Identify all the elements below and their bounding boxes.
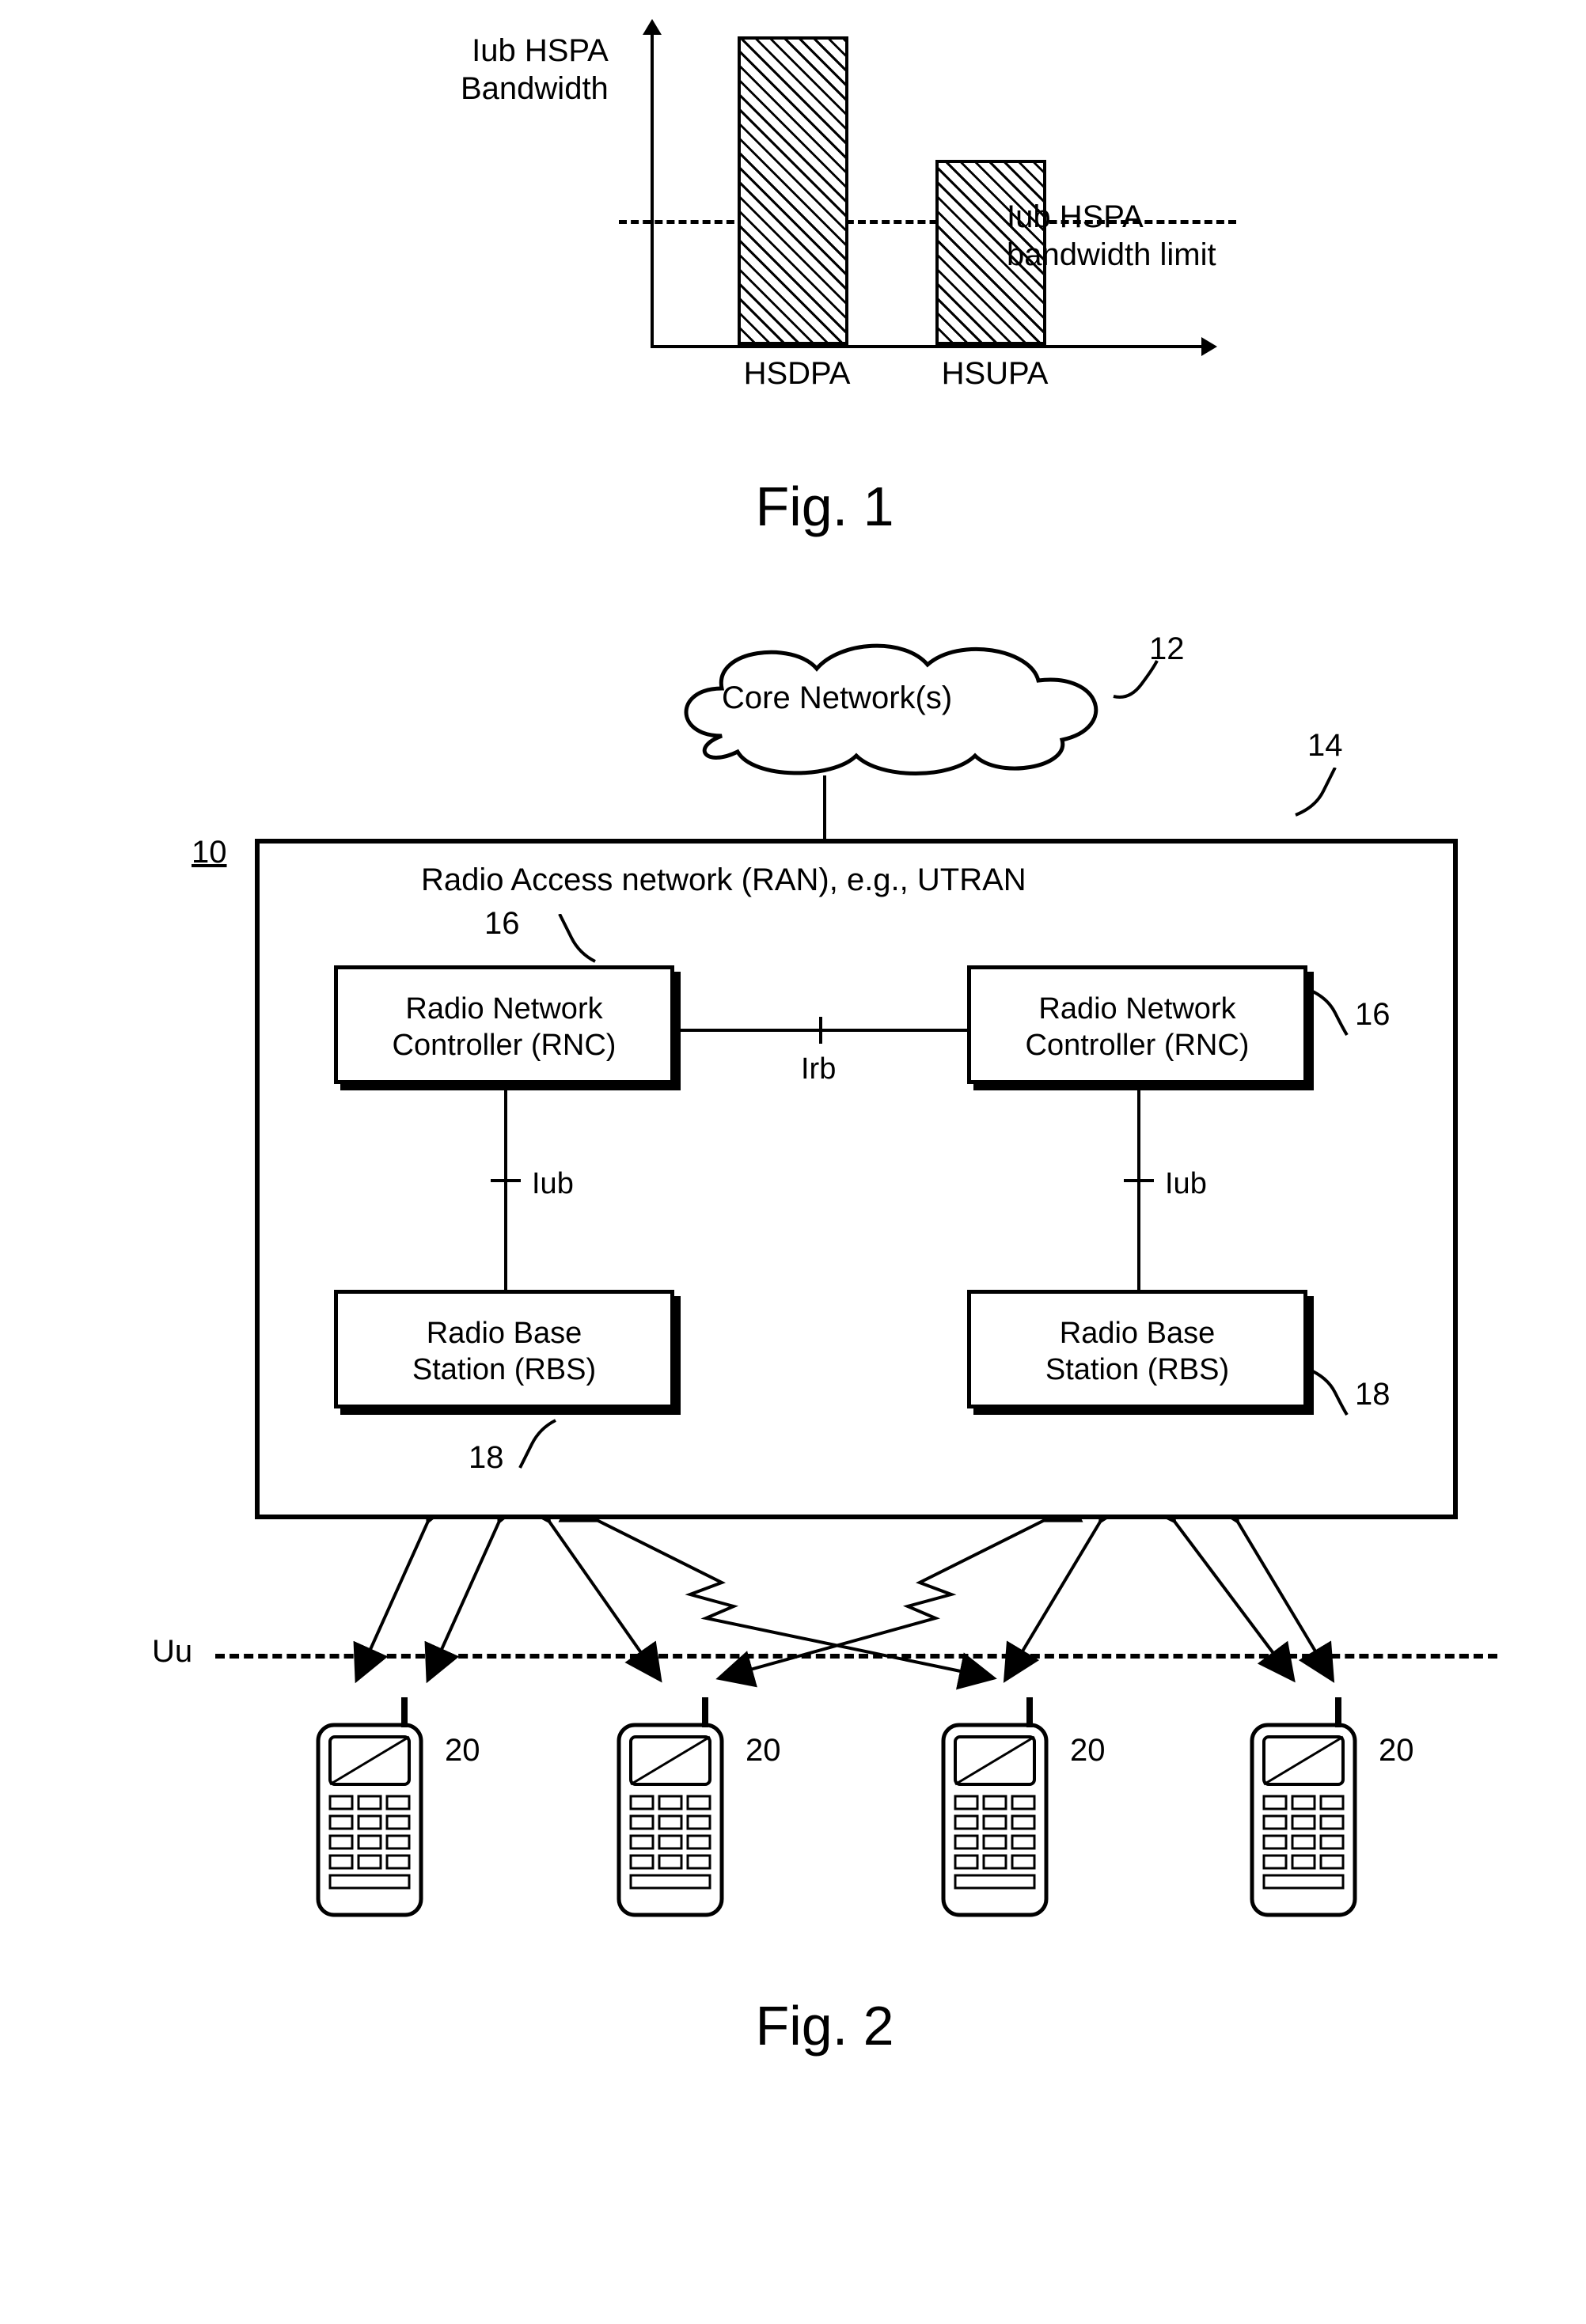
ref-12: 12 [1149, 631, 1185, 667]
xtick-hsupa: HSUPA [916, 356, 1074, 392]
y-axis [651, 32, 654, 348]
xtick-hsdpa: HSDPA [718, 356, 876, 392]
radio-arrows [152, 1519, 1497, 1693]
y-axis-label-line2: Bandwidth [461, 71, 609, 106]
callout-18a [508, 1416, 571, 1472]
rbs-box-2: Radio BaseStation (RBS) [967, 1290, 1307, 1408]
label-irb: Irb [801, 1052, 836, 1086]
phone-icon-1 [302, 1693, 437, 1923]
ref-20-2: 20 [746, 1733, 781, 1769]
connector-cloud-ran [823, 775, 826, 839]
x-axis [651, 345, 1205, 348]
label-iub-2: Iub [1165, 1167, 1207, 1201]
rnc-box-1: Radio NetworkController (RNC) [334, 965, 674, 1084]
uu-label: Uu [152, 1634, 192, 1670]
bar-hsdpa [738, 36, 848, 345]
ref-16b: 16 [1355, 997, 1391, 1033]
connector-iub-1 [504, 1088, 507, 1290]
y-axis-label: Iub HSPA Bandwidth [461, 32, 609, 108]
ran-title: Radio Access network (RAN), e.g., UTRAN [421, 862, 1026, 898]
figure-2: Core Network(s) 12 Radio Access network … [152, 633, 1497, 1978]
ref-14: 14 [1307, 728, 1343, 764]
figure-1: Iub HSPA Bandwidth HSDPA HSUPA Iub HSPAb… [389, 32, 1260, 427]
uu-line [215, 1654, 1497, 1659]
ref-20-4: 20 [1379, 1733, 1414, 1769]
label-iub-1: Iub [532, 1167, 574, 1201]
ran-box [255, 839, 1458, 1519]
ref-18a: 18 [469, 1440, 504, 1476]
fig2-caption: Fig. 2 [32, 1994, 1586, 2057]
limit-label: Iub HSPAbandwidth limit [1007, 198, 1216, 274]
callout-16a [548, 914, 611, 969]
callout-14 [1292, 768, 1355, 823]
phone-icon-4 [1236, 1693, 1371, 1923]
y-axis-label-line1: Iub HSPA [472, 33, 609, 68]
bar-chart: HSDPA HSUPA [651, 32, 1205, 348]
ref-20-1: 20 [445, 1733, 480, 1769]
phone-icon-3 [928, 1693, 1062, 1923]
connector-iub-2 [1137, 1088, 1140, 1290]
rnc-box-2: Radio NetworkController (RNC) [967, 965, 1307, 1084]
cloud-label: Core Network(s) [722, 681, 952, 716]
tick-irb [819, 1017, 822, 1044]
phone-icon-2 [603, 1693, 738, 1923]
rbs-box-1: Radio BaseStation (RBS) [334, 1290, 674, 1408]
tick-iub-2 [1124, 1179, 1154, 1182]
ref-10: 10 [192, 835, 227, 870]
fig1-caption: Fig. 1 [32, 475, 1586, 538]
tick-iub-1 [491, 1179, 521, 1182]
ref-18b: 18 [1355, 1377, 1391, 1412]
ref-20-3: 20 [1070, 1733, 1106, 1769]
ref-16a: 16 [484, 906, 520, 942]
